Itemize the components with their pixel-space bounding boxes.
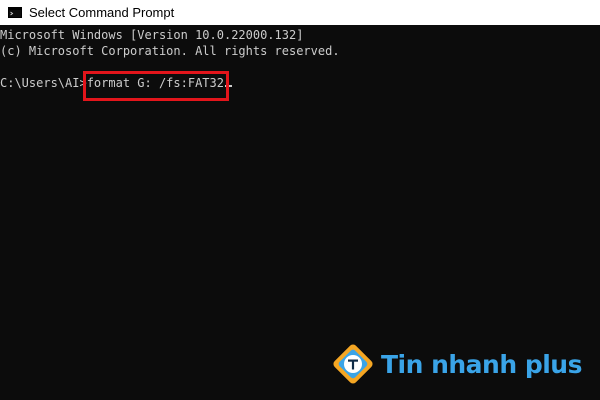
- watermark: Tin nhanh plus: [331, 342, 583, 386]
- console-version-line: Microsoft Windows [Version 10.0.22000.13…: [0, 28, 304, 42]
- command-highlight-box: [83, 71, 229, 101]
- console-prompt: C:\Users\AI>: [0, 76, 87, 90]
- console-copyright-line: (c) Microsoft Corporation. All rights re…: [0, 44, 340, 58]
- tin-nhanh-plus-logo: [333, 344, 373, 384]
- command-prompt-window: Select Command Prompt Microsoft Windows …: [0, 0, 600, 400]
- window-title: Select Command Prompt: [29, 5, 175, 20]
- cmd-icon: [8, 7, 22, 18]
- title-bar[interactable]: Select Command Prompt: [0, 0, 600, 25]
- watermark-text: Tin nhanh plus: [380, 349, 583, 379]
